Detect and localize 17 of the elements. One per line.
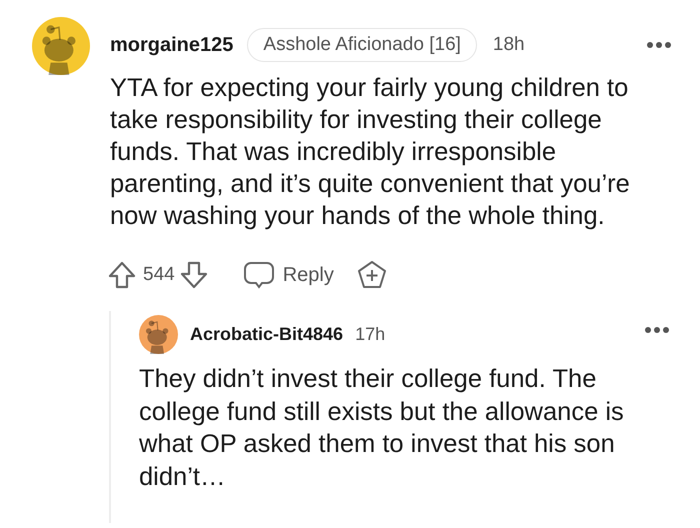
- more-options-icon[interactable]: [646, 41, 672, 49]
- avatar-icon[interactable]: [139, 314, 178, 354]
- timestamp: 18h: [492, 32, 525, 57]
- vote-count: 544: [143, 262, 175, 287]
- username[interactable]: morgaine125: [110, 30, 234, 60]
- username[interactable]: Acrobatic-Bit4846: [190, 320, 344, 348]
- avatar-icon[interactable]: [32, 17, 90, 75]
- user-flair: Asshole Aficionado [16]: [247, 28, 477, 62]
- comment-text: YTA for expecting your fairly young children to take responsibility for investing their college funds. That was incredibly irresponsible parenting, and it’s quite convenient that you’re now washing your hands of the whole thing.: [110, 73, 631, 232]
- timestamp: 17h: [355, 322, 386, 346]
- more-options-icon[interactable]: [644, 326, 670, 334]
- upvote-icon[interactable]: [107, 260, 137, 290]
- comment-text: They didn’t invest their college fund. The college fund still exists but the allowance is what OP asked them to invest that his son didn’t…: [139, 364, 625, 492]
- reply-button[interactable]: Reply: [242, 260, 334, 290]
- speech-bubble-icon: [242, 260, 275, 290]
- downvote-icon[interactable]: [178, 260, 209, 290]
- award-plus-icon[interactable]: [356, 259, 388, 291]
